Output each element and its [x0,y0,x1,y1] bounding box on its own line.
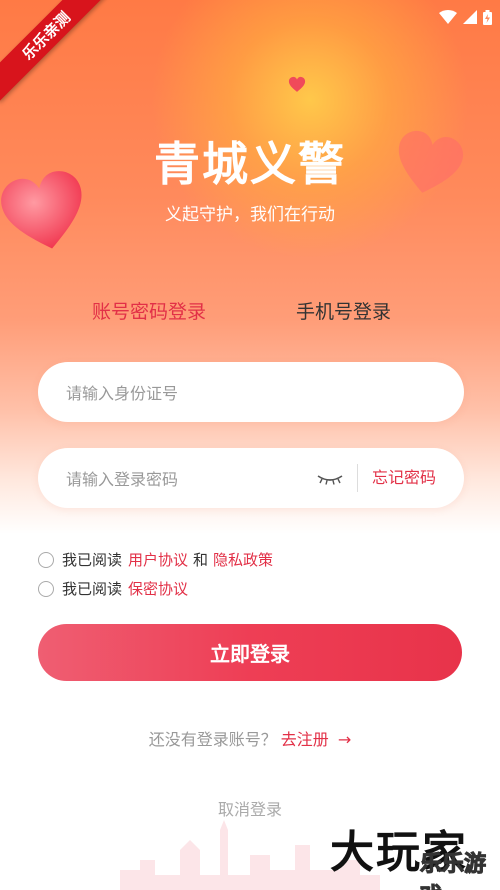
battery-icon [483,9,492,25]
agreement-2-radio[interactable] [38,580,54,597]
corner-ribbon-text: 乐乐亲测 [0,0,110,102]
wifi-icon [439,10,457,24]
forgot-password-link[interactable]: 忘记密码 [372,448,436,508]
corner-ribbon: 乐乐亲测 [0,0,110,110]
confidential-agreement-link[interactable]: 保密协议 [128,578,188,599]
app-slogan: 义起守护，我们在行动 [165,205,335,225]
agreement-2-prefix: 我已阅读 [62,580,123,598]
login-screen: 乐乐亲测 青城义警 义起守护，我们在行动 账号密码登录 手机号登录 忘记密码 我… [0,0,500,890]
heart-decoration-icon [288,76,306,92]
agreement-1-radio[interactable] [38,551,54,568]
arrow-right-icon[interactable]: → [338,730,351,749]
tab-account-password[interactable]: 账号密码登录 [92,297,206,324]
status-bar [439,6,492,28]
register-link[interactable]: 去注册 [281,730,329,749]
tab-phone-login[interactable]: 手机号登录 [296,297,391,324]
password-input[interactable] [64,448,308,510]
eye-closed-icon[interactable] [316,468,344,488]
id-number-input[interactable] [64,362,448,424]
agreement-row-1: 我已阅读 用户协议 和 隐私政策 [38,549,273,570]
id-number-field [38,362,464,424]
field-divider [357,464,358,492]
password-field: 忘记密码 [38,448,464,510]
agreement-1-prefix: 我已阅读 [62,551,123,569]
agreement-row-2: 我已阅读 保密协议 [38,578,188,599]
signal-icon [463,10,477,24]
login-button[interactable]: 立即登录 [38,624,462,681]
watermark-subtext: 乐乐游戏 [420,852,487,890]
register-prompt-text: 还没有登录账号？ [148,730,277,749]
register-prompt: 还没有登录账号？ 去注册 → [0,726,500,750]
app-title: 青城义警 [154,137,346,191]
user-agreement-link[interactable]: 用户协议 [128,549,188,570]
agreement-and-text: 和 [193,551,209,569]
privacy-policy-link[interactable]: 隐私政策 [213,549,273,570]
